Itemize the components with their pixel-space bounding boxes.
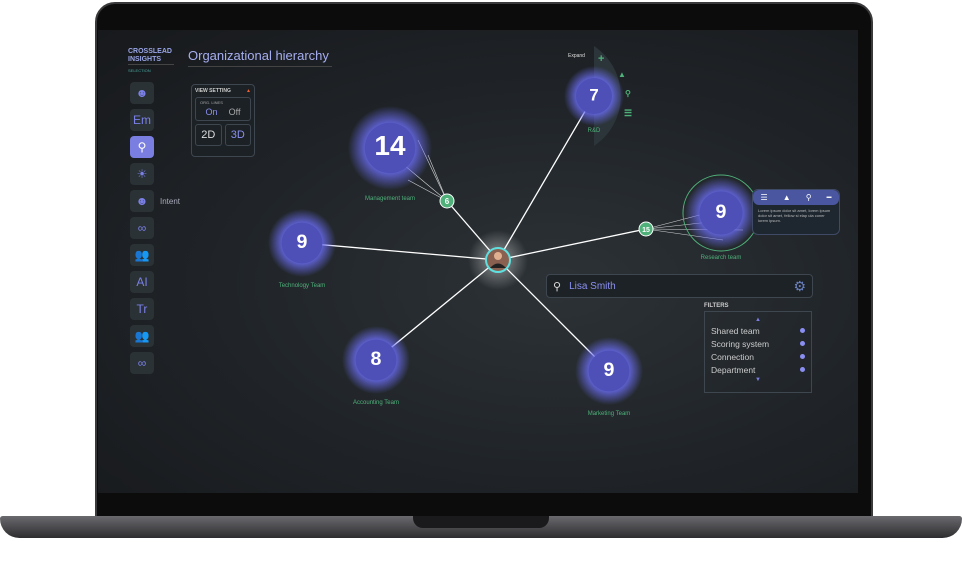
view-2d-button[interactable]: 2D	[195, 124, 222, 146]
gear-icon[interactable]: ⚙	[793, 278, 806, 295]
org-lines-label: ORG. LINES	[200, 100, 223, 105]
minus-icon[interactable]: ━	[827, 193, 832, 202]
binoculars-icon: ∞	[137, 356, 147, 370]
search-bar[interactable]: ⚲ Lisa Smith ⚙	[546, 274, 813, 298]
sidebar-item-ai[interactable]: AI	[130, 271, 154, 293]
sidebar: ☻ Em ⚲ ☀ ☻ ∞ 👥 AI Tr 👥 ∞	[130, 82, 154, 379]
node-tooltip: ☰ ▲ ⚲ ━ Lorem ipsum dolor sit amet, lorem i…	[752, 189, 840, 235]
org-lines-off[interactable]: Off	[229, 107, 241, 117]
management-badge-count: 6	[445, 197, 450, 206]
team-name: Accounting Team	[353, 400, 399, 406]
scroll-up-icon[interactable]: ▲	[711, 316, 805, 324]
team-count: 14	[374, 130, 406, 161]
network-icon: ⚲	[625, 89, 631, 98]
team-count: 8	[371, 348, 382, 370]
team-name: Marketing Team	[587, 411, 631, 417]
app-screen: 14 9 8 9 7 9 6 15 + ▲ ⚲ ☰ CROSSLEAD INSIGHTS SE…	[98, 30, 858, 493]
filter-item[interactable]: Shared team	[711, 324, 805, 337]
team-name: Technology Team	[278, 283, 326, 289]
location-pin-icon: ⚲	[137, 140, 147, 154]
sidebar-item-binoculars[interactable]: ∞	[130, 217, 154, 239]
expand-label: Expand	[568, 53, 585, 59]
brand-logo: CROSSLEAD INSIGHTS	[128, 48, 174, 65]
view-3d-button[interactable]: 3D	[224, 124, 251, 146]
sidebar-item-people-2[interactable]: 👥	[130, 325, 154, 347]
brand-subtitle: SELECTION	[128, 68, 151, 73]
sidebar-item-binoculars-2[interactable]: ∞	[130, 352, 154, 374]
search-input[interactable]: Lisa Smith	[569, 281, 785, 292]
research-badge-count: 15	[642, 227, 650, 234]
binoculars-icon: ∞	[137, 221, 147, 235]
sidebar-item-idea[interactable]: ☀	[130, 163, 154, 185]
people-icon: 👥	[134, 248, 150, 262]
list-icon: ☰	[624, 108, 632, 118]
lightbulb-icon: ☀	[136, 167, 148, 181]
org-lines-on[interactable]: On	[206, 107, 218, 117]
list-icon[interactable]: ☰	[761, 193, 768, 202]
team-name: Research team	[700, 255, 742, 261]
hierarchy-icon: ▲	[618, 70, 626, 79]
scroll-down-icon[interactable]: ▼	[711, 376, 805, 384]
team-count: 9	[716, 201, 727, 223]
search-icon: ⚲	[553, 280, 562, 293]
team-count: 9	[297, 231, 308, 253]
filters-panel: ▲ Shared team Scoring system Connection …	[704, 311, 812, 393]
team-name: Management team	[364, 196, 416, 202]
network-icon[interactable]: ⚲	[806, 193, 812, 202]
people-icon: 👥	[134, 329, 150, 343]
sidebar-item-em[interactable]: Em	[130, 109, 154, 131]
hierarchy-icon[interactable]: ▲	[783, 193, 791, 202]
filter-item[interactable]: Department	[711, 363, 805, 376]
head-gear-icon: ☻	[135, 194, 149, 208]
collapse-triangle-icon[interactable]: ▲	[246, 88, 251, 94]
sidebar-intent-label: Intent	[160, 197, 181, 206]
team-name: R&D	[587, 128, 601, 134]
team-count: 9	[604, 359, 615, 381]
sidebar-item-tr[interactable]: Tr	[130, 298, 154, 320]
view-setting-title: VIEW SETTING	[195, 88, 231, 94]
plus-icon: +	[598, 53, 604, 65]
filters-title: FILTERS	[704, 303, 729, 309]
filter-item[interactable]: Scoring system	[711, 337, 805, 350]
view-setting-panel: VIEW SETTING ▲ ORG. LINES On Off 2D 3D	[191, 84, 255, 157]
sidebar-item-head[interactable]: ☻	[130, 82, 154, 104]
sidebar-item-intent[interactable]: ☻	[130, 190, 154, 212]
sidebar-item-location[interactable]: ⚲	[130, 136, 154, 158]
head-gear-icon: ☻	[135, 86, 149, 100]
page-title: Organizational hierarchy	[188, 48, 332, 67]
filter-item[interactable]: Connection	[711, 350, 805, 363]
laptop-notch	[413, 516, 549, 528]
tooltip-text: Lorem ipsum dolor sit amet, lorem ipsum …	[758, 208, 831, 223]
team-count: 7	[589, 85, 598, 104]
sidebar-item-people[interactable]: 👥	[130, 244, 154, 266]
